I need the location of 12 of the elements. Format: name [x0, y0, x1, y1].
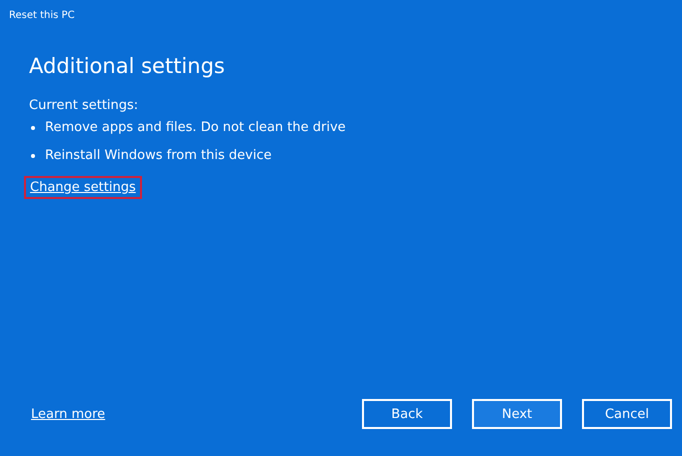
setting-item: Remove apps and files. Do not clean the drive	[45, 120, 346, 135]
dialog-button[interactable]: Next	[472, 399, 562, 429]
current-settings-label: Current settings:	[29, 98, 140, 113]
setting-item: Reinstall Windows from this device	[45, 148, 272, 163]
dialog-heading: Additional settings	[29, 54, 226, 78]
dialog-button[interactable]: Back	[362, 399, 452, 429]
bullet-icon	[31, 126, 35, 130]
window-title: Reset this PC	[8, 9, 76, 22]
bullet-icon	[31, 154, 35, 158]
learn-more-link[interactable]: Learn more	[25, 402, 112, 426]
change-settings-link[interactable]: Change settings	[24, 176, 142, 199]
dialog-button[interactable]: Cancel	[582, 399, 672, 429]
